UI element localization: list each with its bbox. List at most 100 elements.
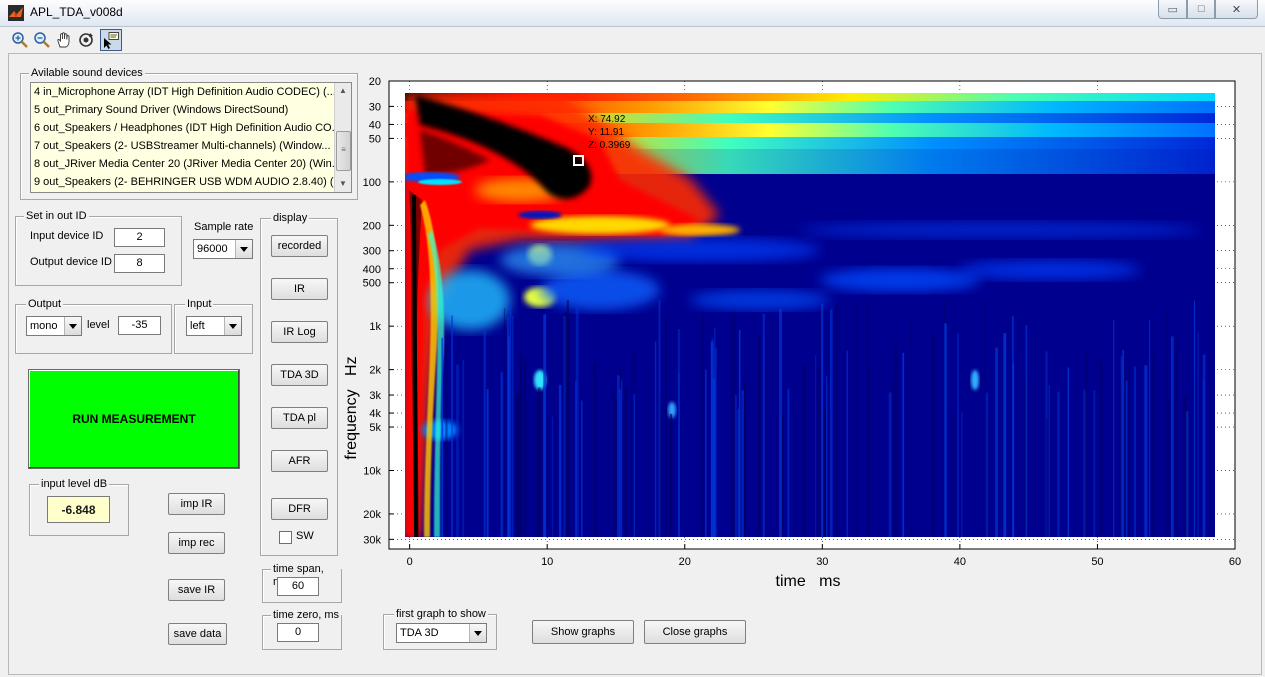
heatmap-streak [613,393,616,537]
heatmap-streak [995,347,998,537]
heatmap-streak [744,399,746,537]
heatmap-streak [558,384,562,537]
heatmap-streak [1099,360,1103,537]
heatmap-streak [596,374,599,537]
heatmap-streak [1046,418,1048,537]
heatmap-streak [738,329,741,537]
y-tick-label: 1k [369,321,381,333]
heatmap-streak [704,369,707,537]
heatmap-streak [678,373,680,537]
heatmap-streak [846,350,848,537]
y-axis-label: frequency Hz [343,356,360,459]
heatmap-streak [779,309,782,537]
heatmap-streak [648,370,650,537]
heatmap-streak [483,330,486,537]
heatmap-streak [1151,353,1155,537]
heatmap-streak [1208,301,1210,537]
heatmap-streak [985,392,989,537]
heatmap-streak [1128,368,1130,537]
y-tick-label: 100 [363,177,381,189]
heatmap-streak [670,413,673,537]
y-tick-label: 400 [363,264,381,276]
heatmap-streak [1175,338,1178,537]
heatmap-streak [1012,363,1015,537]
heatmap-streak [802,364,806,537]
heatmap-streak [888,392,892,537]
heatmap-streak [617,375,620,537]
heatmap-streak [1148,320,1151,537]
heatmap-streak [512,316,514,537]
heatmap-streak [741,390,744,537]
heatmap-streak [1202,379,1204,537]
heatmap-streak [654,341,657,537]
datatip-y: Y: 11.91 [588,127,624,138]
heatmap-streak [1113,320,1115,537]
heatmap-streak [1057,391,1060,537]
heatmap-streak [735,394,737,537]
heatmap-streak [486,388,489,537]
y-tick-label: 5k [369,422,381,434]
x-tick-label: 0 [407,556,413,568]
heatmap-streak [891,379,894,537]
heatmap-streak [902,352,905,537]
heatmap-streak [1193,300,1196,537]
heatmap-image [405,93,1215,537]
heatmap-streak [563,316,566,537]
heatmap-streak [782,414,784,537]
heatmap-streak [523,357,526,537]
y-tick-label: 20 [369,76,381,88]
heatmap-streak [836,304,838,537]
heatmap-streak [731,317,733,537]
heatmap-streak [516,393,520,537]
x-tick-label: 50 [1091,556,1103,568]
heatmap-streak [732,310,735,537]
heatmap-streak [787,388,790,537]
heatmap-streak [500,372,504,537]
heatmap-streak [1120,356,1123,537]
heatmap-streak [630,357,633,537]
y-tick-label: 3k [369,390,381,402]
heatmap-streak [932,332,934,537]
heatmap-streak [1197,331,1199,537]
heatmap-streak [866,302,869,537]
heatmap-streak [815,355,817,537]
heatmap-streak [944,323,947,537]
heatmap-streak [868,368,870,537]
heatmap-streak [1067,367,1070,537]
heatmap-streak [1024,378,1026,537]
y-tick-label: 30k [363,534,381,546]
heatmap-streak [441,337,444,537]
heatmap-streak [462,359,465,537]
heatmap-streak [757,337,761,537]
heatmap-streak [1122,349,1125,537]
heatmap-streak [951,410,953,537]
y-tick-label: 300 [363,246,381,258]
y-tick-label: 30 [369,101,381,113]
y-tick-label: 200 [363,220,381,232]
x-tick-label: 10 [541,556,553,568]
heatmap-streak [621,380,623,537]
heatmap-streak [1085,354,1088,537]
tda-spectrogram-chart[interactable]: 0 10 20 30 40 50 60 20 30 40 50 100 200 300 400 500 1k 2… [0,0,1265,677]
heatmap-streak [537,387,541,537]
y-tick-label: 50 [369,133,381,145]
heatmap-streak [894,341,897,537]
x-tick-label: 30 [816,556,828,568]
heatmap-streak [765,374,767,537]
heatmap-streak [519,354,523,537]
heatmap-streak [451,315,453,537]
heatmap-streak [507,336,510,537]
heatmap-streak [1048,384,1050,537]
heatmap-streak [817,367,819,537]
heatmap-streak [701,312,705,537]
x-tick-label: 60 [1229,556,1241,568]
heatmap-streak [961,411,963,537]
heatmap-streak [825,375,828,537]
heatmap-streak [1123,341,1126,537]
heatmap-streak [1125,380,1128,537]
heatmap-streak [664,318,667,537]
heatmap-streak [594,363,596,537]
heatmap-streak [552,416,554,537]
x-axis-label: time ms [776,573,841,590]
heatmap-streak [1168,396,1171,537]
